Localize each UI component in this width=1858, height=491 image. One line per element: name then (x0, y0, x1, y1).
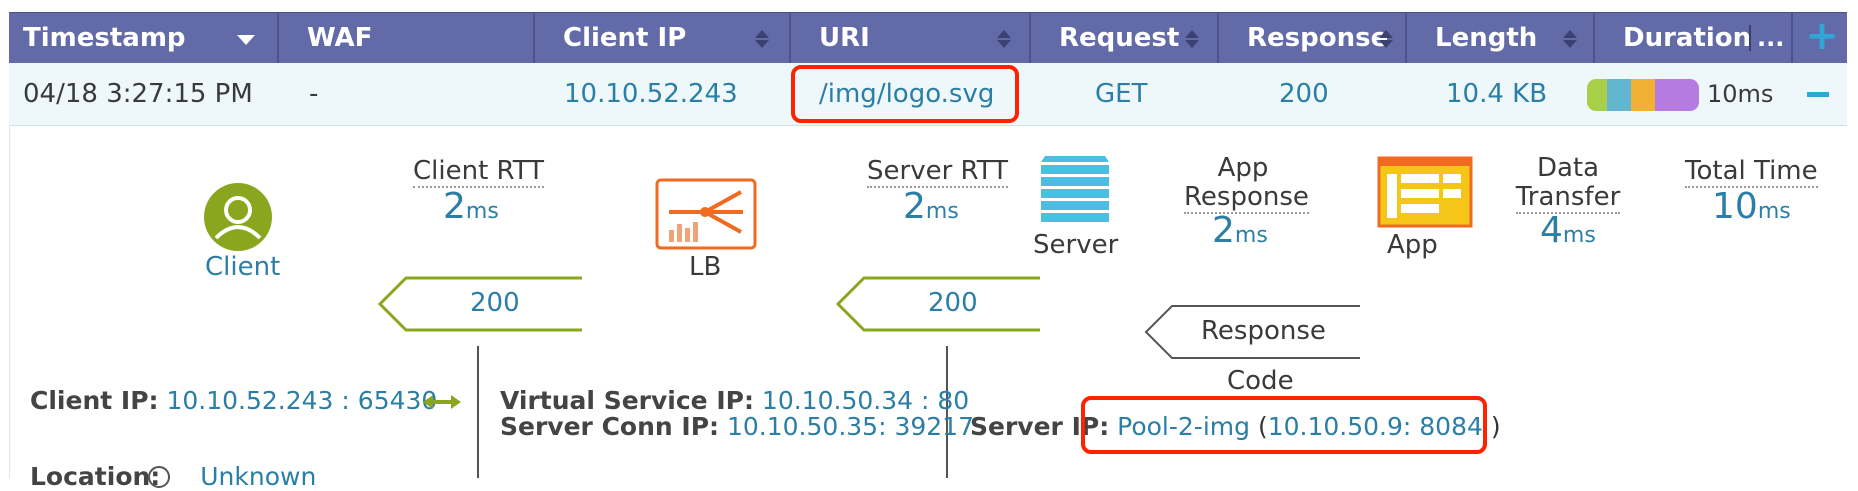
client-user-icon (204, 183, 272, 251)
server-response-code[interactable]: 200 (928, 288, 978, 318)
client-ip-info: Client IP: 10.10.52.243 : 65430 (30, 386, 438, 415)
lb-label: LB (689, 252, 722, 282)
table-row[interactable]: 04/18 3:27:15 PM - 10.10.52.243 /img/log… (9, 63, 1847, 126)
server-stack-icon (1041, 156, 1109, 222)
response-code-link[interactable]: 200 (1279, 63, 1329, 125)
column-header-label: Client IP (563, 23, 687, 53)
app-response-value: 2ms (1212, 210, 1268, 251)
duration-segment-app (1631, 79, 1655, 111)
app-label: App (1387, 230, 1438, 260)
column-header-client-ip[interactable]: Client IP (535, 13, 791, 63)
client-ip-link[interactable]: 10.10.52.243 (564, 63, 738, 125)
timestamp-cell: 04/18 3:27:15 PM (23, 79, 253, 109)
virtual-service-ip-info: Virtual Service IP: 10.10.50.34 : 80 (500, 386, 970, 415)
column-header-timestamp[interactable]: Timestamp (9, 13, 279, 63)
sort-icon[interactable] (997, 30, 1011, 48)
client-response-code[interactable]: 200 (470, 288, 520, 318)
column-header-label: Duration (1623, 23, 1752, 53)
duration-segment-server (1607, 79, 1631, 111)
client-label[interactable]: Client (205, 252, 280, 282)
column-header-label: Request (1059, 23, 1180, 53)
waf-cell: - (309, 79, 319, 109)
duration-breakdown-bar[interactable] (1587, 79, 1699, 111)
column-resize-icon[interactable] (1749, 25, 1751, 51)
load-balancer-icon (655, 178, 757, 250)
column-header-label: WAF (307, 23, 373, 53)
column-header-uri[interactable]: URI (791, 13, 1031, 63)
server-conn-ip-info: Server Conn IP: 10.10.50.35: 39217 (500, 412, 974, 441)
request-method-link[interactable]: GET (1095, 63, 1147, 125)
server-conn-ip-value[interactable]: 10.10.50.35 (727, 412, 878, 441)
response-arrow-label: Response (1201, 316, 1326, 346)
table-header: Timestamp WAF Client IP URI Request Resp… (9, 12, 1847, 64)
log-detail-panel: Client Client RTT 2ms LB Server RTT 2ms … (9, 126, 1848, 491)
duration-cell: 10ms (1707, 80, 1774, 108)
code-label: Code (1227, 366, 1294, 396)
column-header-response[interactable]: Response (1219, 13, 1407, 63)
column-header-request[interactable]: Request (1031, 13, 1219, 63)
server-label: Server (1033, 230, 1119, 260)
column-header-label: Length (1435, 23, 1538, 53)
column-header-waf[interactable]: WAF (279, 13, 535, 63)
divider (477, 346, 479, 478)
add-column-icon[interactable]: + (1797, 13, 1847, 63)
server-ip-highlight-box (1081, 396, 1487, 454)
duration-segment-transfer (1655, 79, 1699, 111)
client-rtt-title: Client RTT (413, 156, 545, 188)
location-value[interactable]: Unknown (168, 462, 316, 491)
info-icon[interactable] (148, 466, 170, 488)
uri-highlight-box (791, 65, 1019, 123)
column-more-text: ... (1757, 24, 1785, 52)
sort-icon[interactable] (1379, 30, 1393, 48)
sort-icon[interactable] (755, 30, 769, 48)
app-window-icon (1377, 156, 1473, 228)
client-ip-value[interactable]: 10.10.52.243 (166, 386, 333, 415)
length-link[interactable]: 10.4 KB (1446, 63, 1547, 125)
client-rtt-value: 2ms (443, 186, 499, 227)
data-transfer-title: Data Transfer (1515, 153, 1621, 214)
server-rtt-title: Server RTT (867, 156, 1009, 188)
duration-segment-client (1587, 79, 1607, 111)
total-time-title: Total Time (1685, 156, 1818, 188)
sort-icon[interactable] (1185, 30, 1199, 48)
column-header-label: URI (819, 23, 870, 53)
data-transfer-value: 4ms (1540, 210, 1596, 251)
column-header-label: Response (1247, 23, 1389, 53)
location-info: Location: Unknown (30, 462, 317, 491)
bidirectional-arrow-icon (423, 395, 461, 409)
virtual-service-ip-value[interactable]: 10.10.50.34 (762, 386, 913, 415)
app-response-title: App Response (1184, 153, 1309, 214)
collapse-icon[interactable] (1807, 92, 1829, 97)
sort-icon[interactable] (1563, 30, 1577, 48)
server-rtt-value: 2ms (903, 186, 959, 227)
total-time-value: 10ms (1712, 186, 1791, 227)
column-header-duration[interactable]: Duration ... (1595, 13, 1793, 63)
column-header-label: Timestamp (23, 23, 186, 53)
sort-desc-icon[interactable] (237, 35, 255, 45)
column-header-length[interactable]: Length (1407, 13, 1595, 63)
